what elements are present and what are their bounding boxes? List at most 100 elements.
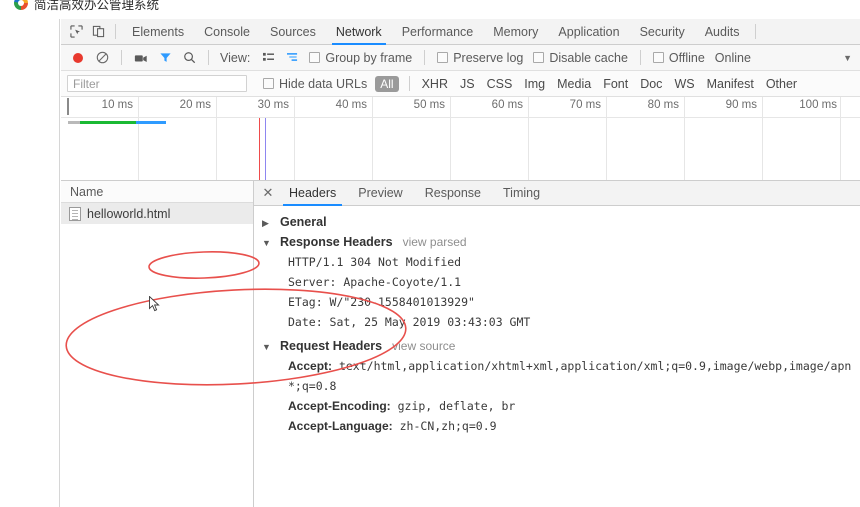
filter-type-manifest[interactable]: Manifest	[701, 77, 760, 91]
filter-type-doc[interactable]: Doc	[634, 77, 668, 91]
capture-screenshots-icon[interactable]	[130, 47, 152, 69]
request-header-value: gzip, deflate, br	[397, 399, 516, 413]
request-list-empty-area	[61, 224, 253, 507]
offline-checkbox[interactable]: Offline	[649, 51, 709, 65]
inspect-element-icon[interactable]	[65, 21, 87, 43]
section-request-headers[interactable]: ▼ Request Headers view source	[254, 332, 860, 356]
toggle-device-toolbar-icon[interactable]	[87, 21, 109, 43]
tab-application[interactable]: Application	[548, 19, 629, 45]
tab-security[interactable]: Security	[630, 19, 695, 45]
group-by-frame-checkbox[interactable]: Group by frame	[305, 51, 416, 65]
request-header-line: Accept-Language: zh-CN,zh;q=0.9	[254, 416, 860, 436]
tab-console[interactable]: Console	[194, 19, 260, 45]
browser-tab-strip: 简洁高效办公管理系统	[0, 0, 860, 19]
request-header-name: Accept-Encoding:	[288, 399, 391, 413]
chevron-down-icon[interactable]: ▼	[843, 53, 852, 63]
filter-type-js[interactable]: JS	[454, 77, 481, 91]
waterfall-view-icon[interactable]	[281, 47, 303, 69]
overview-tick-label: 20 ms	[179, 99, 211, 111]
response-header-line: Server: Apache-Coyote/1.1	[288, 275, 462, 289]
overview-tick-label: 100 ms	[799, 99, 837, 111]
screenshot-root: 简洁高效办公管理系统 Elements Console Sources Netw…	[0, 0, 860, 507]
response-header-line: Date: Sat, 25 May 2019 03:43:03 GMT	[288, 315, 531, 329]
filter-input[interactable]	[67, 75, 247, 92]
browser-tab[interactable]: 简洁高效办公管理系统	[0, 0, 170, 18]
overview-request-download-bar	[136, 121, 166, 124]
section-general-title: General	[280, 215, 327, 229]
overview-tick-label: 90 ms	[725, 99, 757, 111]
filter-type-img[interactable]: Img	[518, 77, 551, 91]
devtools-tab-bar: Elements Console Sources Network Perform…	[61, 19, 860, 45]
response-header-line: HTTP/1.1 304 Not Modified	[288, 255, 462, 269]
tab-sources[interactable]: Sources	[260, 19, 326, 45]
search-magnifier-icon[interactable]	[178, 47, 200, 69]
section-general[interactable]: ▶ General	[254, 212, 860, 232]
filter-type-ws[interactable]: WS	[668, 77, 700, 91]
tab-memory[interactable]: Memory	[483, 19, 548, 45]
filter-type-other[interactable]: Other	[760, 77, 803, 91]
list-view-icon[interactable]	[257, 47, 279, 69]
filter-type-media[interactable]: Media	[551, 77, 597, 91]
filter-type-xhr[interactable]: XHR	[416, 77, 454, 91]
request-list-pane: Name helloworld.html 1 requests | 102 B …	[61, 181, 254, 507]
detail-tab-response[interactable]: Response	[414, 181, 492, 206]
preserve-log-label: Preserve log	[453, 50, 524, 65]
request-header-value: zh-CN,zh;q=0.9	[399, 419, 497, 433]
offline-label: Offline	[668, 50, 705, 65]
group-by-frame-label: Group by frame	[325, 50, 413, 65]
overview-request-queue-bar	[68, 121, 80, 124]
request-header-name: Accept-Language:	[288, 419, 393, 433]
preserve-log-checkbox-box	[437, 52, 449, 63]
tab-performance[interactable]: Performance	[392, 19, 484, 45]
tab-audits[interactable]: Audits	[695, 19, 750, 45]
chevron-right-icon: ▶	[262, 218, 269, 228]
tab-network[interactable]: Network	[326, 19, 392, 45]
view-label: View:	[220, 50, 251, 65]
chevron-down-icon: ▼	[262, 238, 271, 248]
overview-tick-label: 80 ms	[647, 99, 679, 111]
network-throttling-select[interactable]: Online	[711, 51, 755, 65]
preserve-log-checkbox[interactable]: Preserve log	[433, 51, 527, 65]
request-name-label: helloworld.html	[87, 206, 171, 221]
filter-type-font[interactable]: Font	[597, 77, 634, 91]
clear-network-log-icon[interactable]	[91, 47, 113, 69]
network-toolbar: View: Group by frame Preserve log Disabl…	[61, 45, 860, 71]
request-header-line: Accept: text/html,application/xhtml+xml,…	[254, 356, 860, 376]
detail-tab-headers[interactable]: Headers	[278, 181, 347, 206]
overview-request-wait-bar	[80, 121, 136, 124]
overview-tick-label: 60 ms	[491, 99, 523, 111]
section-request-headers-title: Request Headers	[280, 339, 383, 353]
view-parsed-link[interactable]: view parsed	[403, 235, 467, 249]
request-name-column-header[interactable]: Name	[61, 181, 253, 203]
record-stop-icon[interactable]	[67, 47, 89, 69]
disable-cache-label: Disable cache	[549, 50, 628, 65]
filter-type-all[interactable]: All	[375, 75, 399, 92]
tab-elements[interactable]: Elements	[122, 19, 194, 45]
filter-funnel-icon[interactable]	[154, 47, 176, 69]
network-overview-timeline[interactable]: 10 ms 20 ms 30 ms 40 ms 50 ms 60 ms 70 m…	[61, 97, 860, 181]
toolbar-divider	[115, 24, 116, 39]
detail-tab-timing[interactable]: Timing	[492, 181, 551, 206]
section-response-headers[interactable]: ▼ Response Headers view parsed	[254, 232, 860, 252]
disable-cache-checkbox[interactable]: Disable cache	[529, 51, 632, 65]
network-body: Name helloworld.html 1 requests | 102 B …	[61, 181, 860, 507]
dom-content-loaded-marker	[259, 118, 260, 180]
hide-data-urls-checkbox[interactable]: Hide data URLs	[259, 77, 371, 91]
filter-type-css[interactable]: CSS	[481, 77, 519, 91]
overview-tick-label: 50 ms	[413, 99, 445, 111]
view-source-link[interactable]: view source	[392, 339, 455, 353]
load-event-marker	[265, 118, 266, 180]
detail-tab-preview[interactable]: Preview	[347, 181, 413, 206]
hide-data-urls-checkbox-box	[263, 78, 274, 89]
browser-tab-title: 简洁高效办公管理系统	[34, 0, 160, 12]
page-content-area	[0, 19, 60, 507]
headers-content: ▶ General ▼ Response Headers view parsed…	[254, 206, 860, 507]
overview-tick-label: 30 ms	[257, 99, 289, 111]
overview-tick-label: 10 ms	[101, 99, 133, 111]
section-response-headers-title: Response Headers	[280, 235, 393, 249]
overview-tick-label: 70 ms	[569, 99, 601, 111]
close-icon[interactable]: ✕	[258, 181, 278, 206]
overview-ruler-divider	[61, 117, 860, 118]
request-row-helloworld[interactable]: helloworld.html	[61, 203, 253, 224]
document-icon	[69, 206, 81, 221]
